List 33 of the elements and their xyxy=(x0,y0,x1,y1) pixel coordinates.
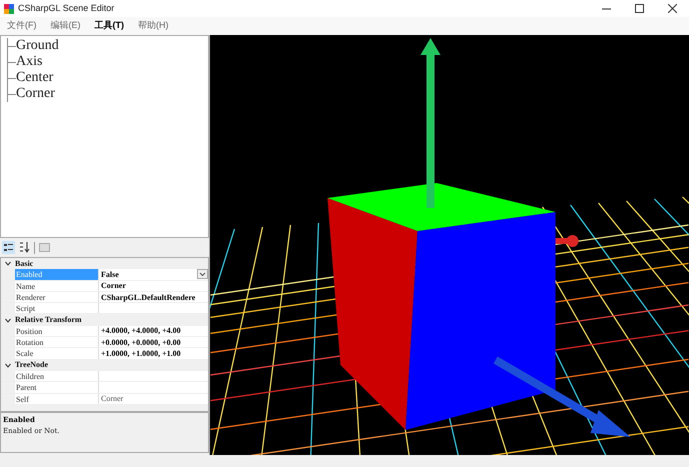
dropdown-button-icon[interactable] xyxy=(197,269,208,280)
tree-item[interactable]: Ground xyxy=(16,38,59,54)
menu-item[interactable]: 帮助(H) xyxy=(138,19,168,33)
menu-item[interactable]: 文件(F) xyxy=(7,19,36,33)
menu-item[interactable]: 工具(T) xyxy=(94,19,124,33)
property-name[interactable]: Rotation xyxy=(15,337,99,348)
menu-item[interactable]: 编辑(E) xyxy=(50,19,80,33)
3d-viewport[interactable] xyxy=(210,35,689,455)
category-header: Basic xyxy=(15,258,34,270)
category-header: TreeNode xyxy=(15,359,48,372)
right-arrow-drawing xyxy=(556,235,578,247)
maximize-icon[interactable] xyxy=(635,4,644,13)
close-icon[interactable] xyxy=(668,4,677,13)
app-icon xyxy=(4,4,14,14)
tree-item[interactable]: Center xyxy=(16,70,54,86)
property-value[interactable]: False xyxy=(99,268,119,280)
property-name[interactable]: Position xyxy=(15,326,99,336)
chevron-icon[interactable] xyxy=(5,362,11,368)
property-name[interactable]: Parent xyxy=(15,382,99,393)
window-title: CSharpGL Scene Editor xyxy=(18,2,116,15)
categorized-icon[interactable] xyxy=(2,241,15,254)
property-name[interactable]: Renderer xyxy=(15,292,99,302)
tree-item[interactable]: Corner xyxy=(16,86,55,102)
chevron-icon[interactable] xyxy=(5,318,11,323)
property-name[interactable]: Scale xyxy=(15,348,99,359)
property-name[interactable]: Script xyxy=(15,303,99,314)
property-name[interactable]: Name xyxy=(15,280,99,291)
category-header: Relative Transform xyxy=(15,314,82,326)
property-name[interactable]: Children xyxy=(15,370,99,382)
tree-item[interactable]: Axis xyxy=(16,54,42,70)
chevron-icon[interactable] xyxy=(5,261,11,266)
property-name[interactable]: Self xyxy=(15,394,99,404)
sort-alphabetical-icon[interactable] xyxy=(18,241,31,254)
